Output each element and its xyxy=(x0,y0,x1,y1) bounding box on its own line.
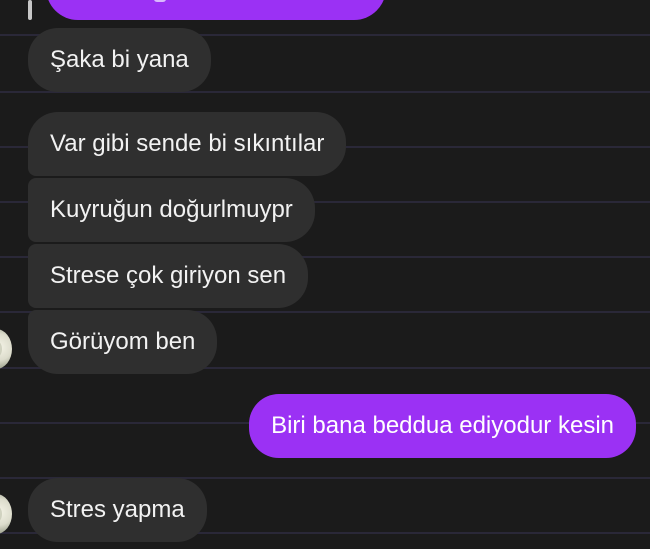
message-bubble[interactable]: Şaka bi yana xyxy=(28,28,211,92)
message-bubble[interactable]: Var gibi sende bi sıkıntılar xyxy=(28,112,347,176)
message-bubble[interactable]: Görüyom ben xyxy=(28,310,218,374)
previous-message-bubble[interactable] xyxy=(46,0,386,20)
message-bubble[interactable]: Stres yapma xyxy=(28,478,207,542)
reply-indicator xyxy=(28,0,32,20)
avatar-icon[interactable] xyxy=(0,494,12,534)
truncated-text-glyph xyxy=(154,0,166,2)
chat-thread: Şaka bi yana Var gibi sende bi sıkıntıla… xyxy=(0,0,650,549)
avatar-detail xyxy=(0,506,2,522)
message-bubble-outgoing[interactable]: Biri bana beddua ediyodur kesin xyxy=(249,394,636,458)
avatar-detail xyxy=(0,341,2,357)
message-bubble[interactable]: Strese çok giriyon sen xyxy=(28,244,309,308)
avatar-icon[interactable] xyxy=(0,329,12,369)
message-bubble[interactable]: Kuyruğun doğurlmuypr xyxy=(28,178,315,242)
